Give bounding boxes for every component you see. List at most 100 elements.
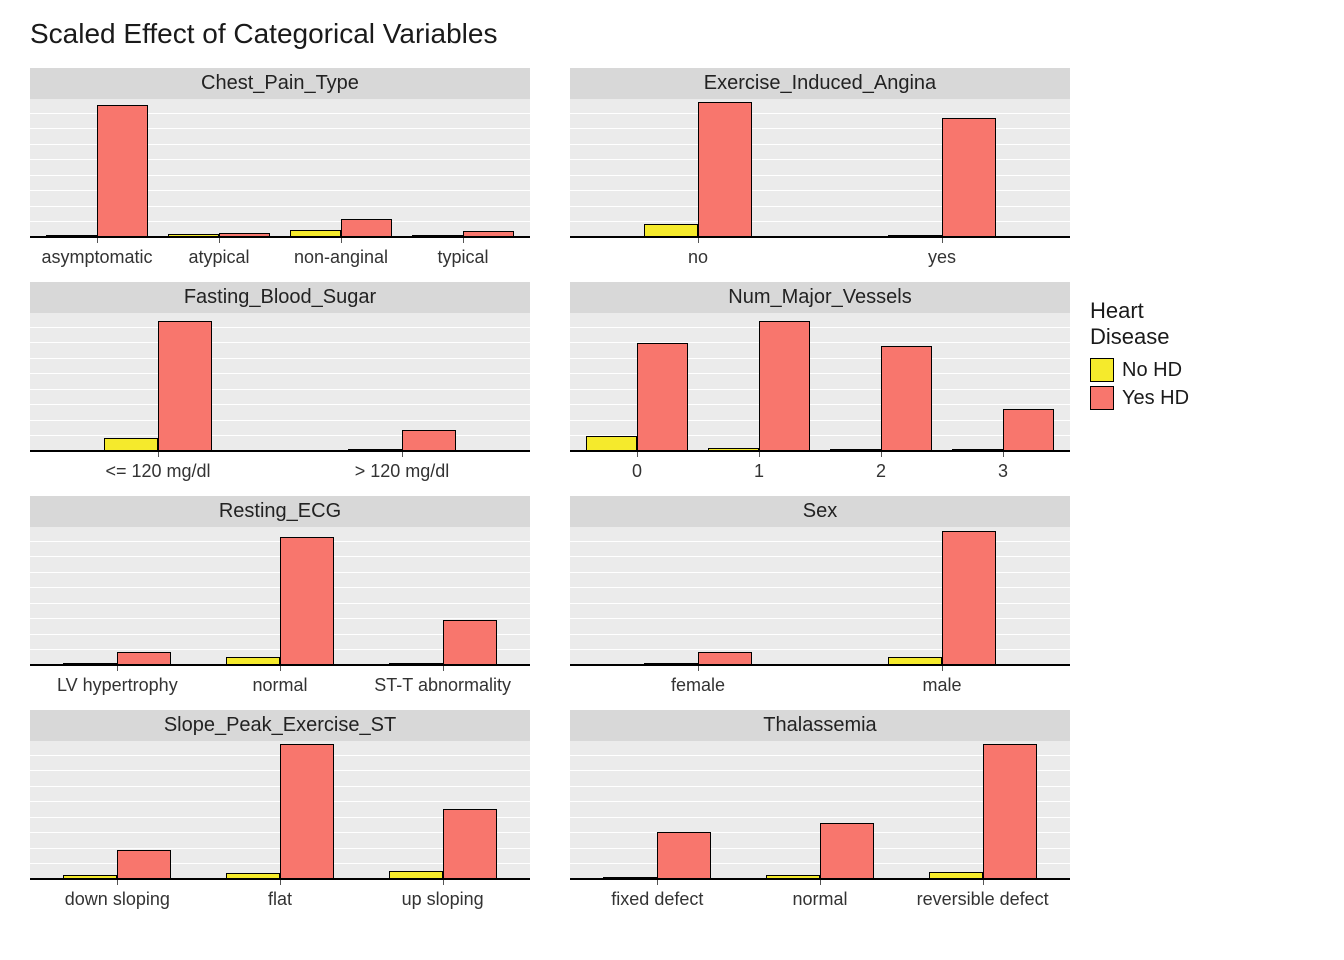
facet-strip-label: Resting_ECG <box>30 496 530 527</box>
x-category-label: 1 <box>698 461 820 482</box>
x-category-label: ST-T abnormality <box>361 675 524 696</box>
x-category-label: flat <box>199 889 362 910</box>
facet-strip-label: Num_Major_Vessels <box>570 282 1070 313</box>
bar-group <box>820 118 1064 238</box>
legend-title-line1: Heart <box>1090 298 1144 323</box>
x-category-label: normal <box>739 889 902 910</box>
x-category-label: <= 120 mg/dl <box>36 461 280 482</box>
x-category-label: down sloping <box>36 889 199 910</box>
x-category-label: > 120 mg/dl <box>280 461 524 482</box>
x-category-label: asymptomatic <box>36 247 158 268</box>
x-category-label: female <box>576 675 820 696</box>
legend-label-no: No HD <box>1122 359 1182 382</box>
bar-yes <box>117 850 171 880</box>
x-category-label: reversible defect <box>901 889 1064 910</box>
bar-yes <box>759 321 810 452</box>
facet-strip-label: Sex <box>570 496 1070 527</box>
x-category-label: LV hypertrophy <box>36 675 199 696</box>
x-category-label: 3 <box>942 461 1064 482</box>
bar-group <box>199 537 362 666</box>
x-axis: down slopingflatup sloping <box>30 885 530 910</box>
x-category-label: typical <box>402 247 524 268</box>
facet-panel: Sex femalemale <box>570 496 1070 696</box>
bar-yes <box>443 809 497 880</box>
facet-strip-label: Thalassemia <box>570 710 1070 741</box>
facet-grid: Chest_Pain_Type asymptomaticatypicalnon-a… <box>30 68 1070 910</box>
bar-yes <box>820 823 874 880</box>
bar-yes <box>942 531 996 666</box>
facet-strip-label: Slope_Peak_Exercise_ST <box>30 710 530 741</box>
plot-area <box>570 741 1070 880</box>
x-category-label: fixed defect <box>576 889 739 910</box>
bar-yes <box>881 346 932 452</box>
x-axis: 0123 <box>570 457 1070 482</box>
facet-panel: Fasting_Blood_Sugar <= 120 mg/dl> 120 mg/… <box>30 282 530 482</box>
x-axis: femalemale <box>570 671 1070 696</box>
bar-group <box>361 809 524 880</box>
legend: Heart Disease No HD Yes HD <box>1090 298 1189 910</box>
x-axis: LV hypertrophynormalST-T abnormality <box>30 671 530 696</box>
bar-group <box>280 430 524 452</box>
x-axis: noyes <box>570 243 1070 268</box>
bar-yes <box>280 537 334 666</box>
facet-strip-label: Chest_Pain_Type <box>30 68 530 99</box>
bar-group <box>361 620 524 666</box>
bar-group <box>901 744 1064 880</box>
x-category-label: 2 <box>820 461 942 482</box>
bar-yes <box>158 321 212 452</box>
x-axis: asymptomaticatypicalnon-anginaltypical <box>30 243 530 268</box>
bar-group <box>576 343 698 452</box>
bar-group <box>36 850 199 880</box>
facet-panel: Resting_ECG LV hypertrophynormalST-T abno… <box>30 496 530 696</box>
bar-group <box>36 321 280 452</box>
x-category-label: male <box>820 675 1064 696</box>
bar-yes <box>280 744 334 880</box>
facet-panel: Thalassemia fixed defectnormalreversible … <box>570 710 1070 910</box>
plot-area <box>30 99 530 238</box>
bar-yes <box>698 102 752 238</box>
x-axis: <= 120 mg/dl> 120 mg/dl <box>30 457 530 482</box>
bar-yes <box>443 620 497 666</box>
x-category-label: no <box>576 247 820 268</box>
x-category-label: atypical <box>158 247 280 268</box>
bar-group <box>698 321 820 452</box>
plot-area <box>570 99 1070 238</box>
bar-group <box>820 346 942 452</box>
legend-item-yes: Yes HD <box>1090 386 1189 410</box>
swatch-yes-hd <box>1090 386 1114 410</box>
x-category-label: yes <box>820 247 1064 268</box>
x-category-label: 0 <box>576 461 698 482</box>
x-axis: fixed defectnormalreversible defect <box>570 885 1070 910</box>
facet-panel: Chest_Pain_Type asymptomaticatypicalnon-a… <box>30 68 530 268</box>
bar-yes <box>657 832 711 880</box>
bar-group <box>820 531 1064 666</box>
bar-group <box>199 744 362 880</box>
bar-yes <box>637 343 688 452</box>
bar-group <box>576 102 820 238</box>
plot-area <box>570 313 1070 452</box>
x-category-label: normal <box>199 675 362 696</box>
swatch-no-hd <box>1090 358 1114 382</box>
legend-label-yes: Yes HD <box>1122 387 1189 410</box>
chart-layout: Chest_Pain_Type asymptomaticatypicalnon-a… <box>30 68 1332 910</box>
plot-area <box>30 527 530 666</box>
facet-panel: Slope_Peak_Exercise_STdown slopingflatup… <box>30 710 530 910</box>
bar-yes <box>402 430 456 452</box>
bar-group <box>739 823 902 880</box>
facet-strip-label: Fasting_Blood_Sugar <box>30 282 530 313</box>
page-title: Scaled Effect of Categorical Variables <box>30 18 1332 50</box>
legend-item-no: No HD <box>1090 358 1189 382</box>
facet-strip-label: Exercise_Induced_Angina <box>570 68 1070 99</box>
bar-yes <box>1003 409 1054 453</box>
x-category-label: up sloping <box>361 889 524 910</box>
plot-area <box>30 313 530 452</box>
bar-group <box>36 105 158 238</box>
facet-panel: Exercise_Induced_Anginanoyes <box>570 68 1070 268</box>
bar-yes <box>97 105 148 238</box>
bar-group <box>576 832 739 880</box>
plot-area <box>570 527 1070 666</box>
bar-group <box>942 409 1064 453</box>
bar-yes <box>942 118 996 238</box>
legend-title-line2: Disease <box>1090 324 1169 349</box>
plot-area <box>30 741 530 880</box>
